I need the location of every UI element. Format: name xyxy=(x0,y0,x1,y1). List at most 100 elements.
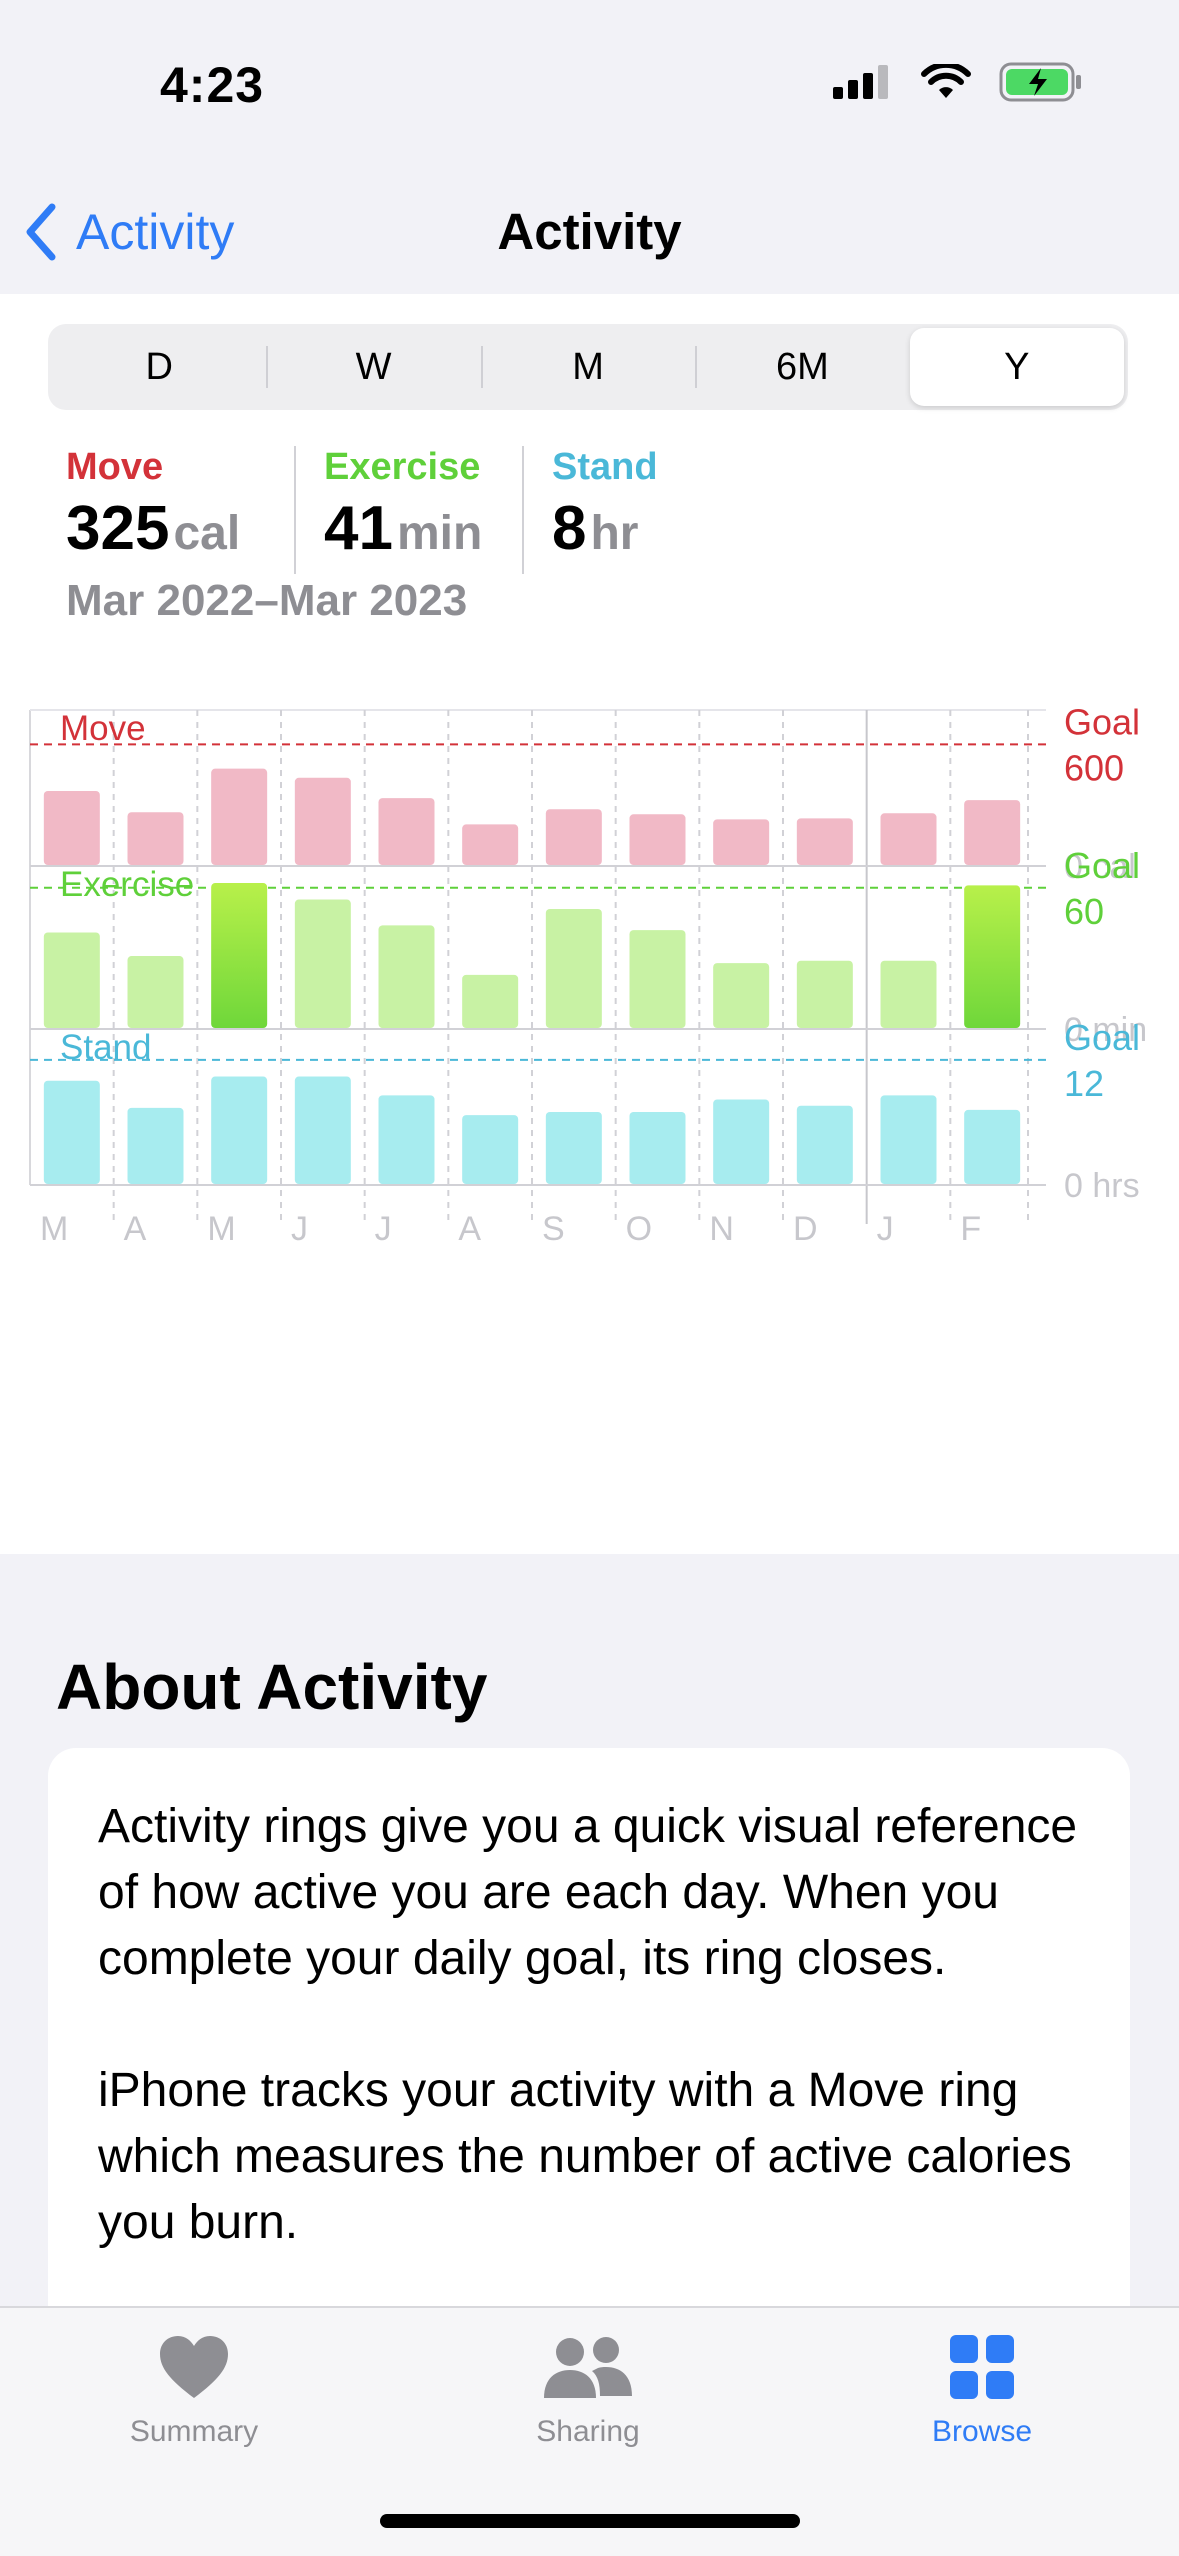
bar xyxy=(545,809,602,865)
segment-day[interactable]: D xyxy=(52,328,266,406)
date-range: Mar 2022–Mar 2023 xyxy=(66,576,467,626)
bar xyxy=(462,824,519,865)
x-tick-label: J xyxy=(375,1210,392,1248)
bar xyxy=(378,798,435,865)
cellular-signal-icon xyxy=(833,65,888,99)
bar xyxy=(378,925,435,1028)
goal-value: 12 xyxy=(1064,1063,1104,1104)
series-label: Exercise xyxy=(60,865,194,904)
bar xyxy=(211,883,268,1028)
bar xyxy=(796,960,853,1028)
x-tick-label: M xyxy=(207,1210,235,1248)
tab-summary[interactable]: Summary xyxy=(84,2334,304,2449)
x-tick-label: D xyxy=(793,1210,818,1248)
bar xyxy=(127,812,184,865)
page-title: Activity xyxy=(497,203,682,260)
bar xyxy=(462,974,519,1028)
tab-sharing-label: Sharing xyxy=(536,2415,640,2448)
bar xyxy=(964,800,1021,865)
move-summary: Move 325cal xyxy=(66,446,240,564)
bar xyxy=(713,1099,770,1184)
x-tick-label: M xyxy=(40,1210,68,1248)
status-icons xyxy=(833,62,1083,102)
grid-icon xyxy=(950,2335,1014,2399)
bar xyxy=(294,899,351,1028)
segment-year[interactable]: Y xyxy=(909,328,1125,406)
segment-six-months[interactable]: 6M xyxy=(695,328,909,406)
bar xyxy=(796,1105,853,1184)
bar xyxy=(294,1076,351,1184)
x-tick-label: J xyxy=(877,1210,894,1248)
move-value: 325 xyxy=(66,494,170,563)
tab-sharing[interactable]: Sharing xyxy=(478,2334,698,2449)
series-label: Stand xyxy=(60,1028,151,1067)
bar xyxy=(880,960,937,1028)
about-paragraph: iPhone tracks your activity with a Move … xyxy=(98,2064,1072,2249)
x-tick-label: F xyxy=(960,1210,981,1248)
bar xyxy=(629,930,686,1028)
move-label: Move xyxy=(66,446,164,488)
bar xyxy=(964,885,1021,1028)
x-tick-label: A xyxy=(458,1210,481,1248)
bar xyxy=(545,908,602,1028)
bar xyxy=(964,1109,1021,1184)
bar xyxy=(880,1095,937,1184)
status-time: 4:23 xyxy=(160,57,265,113)
exercise-unit: min xyxy=(396,507,483,560)
navigation-bar: Activity Activity xyxy=(0,170,1179,294)
bar xyxy=(462,1115,519,1184)
status-bar: 4:23 xyxy=(0,0,1179,170)
bar xyxy=(211,1076,268,1184)
x-tick-label: O xyxy=(626,1210,652,1248)
bar xyxy=(294,777,351,865)
bar xyxy=(629,1112,686,1184)
bar xyxy=(713,963,770,1028)
stand-label: Stand xyxy=(552,446,658,488)
summary-divider xyxy=(522,446,524,574)
date-range-separator: – xyxy=(254,576,279,625)
time-range-segmented-control: D W M 6M Y xyxy=(48,324,1128,410)
bar xyxy=(880,813,937,865)
bar xyxy=(43,1080,100,1184)
x-tick-label: A xyxy=(124,1210,147,1248)
bar xyxy=(127,1107,184,1184)
activity-bar-chart: Move Goal6000 calExercise Goal600 minStand… xyxy=(29,701,1147,1248)
stand-value: 8 xyxy=(552,494,587,563)
bar xyxy=(211,768,268,865)
about-card: Activity rings give you a quick visual r… xyxy=(48,1748,1130,2368)
bar xyxy=(127,956,184,1028)
exercise-value: 41 xyxy=(324,494,393,563)
home-indicator xyxy=(380,2514,800,2528)
goal-value: 600 xyxy=(1064,747,1124,788)
exercise-summary: Exercise 41min xyxy=(324,446,482,564)
date-range-start: Mar 2022 xyxy=(66,576,255,625)
goal-label: Goal xyxy=(1064,701,1140,742)
bar xyxy=(713,819,770,865)
bar xyxy=(43,932,100,1028)
zero-label: 0 hrs xyxy=(1064,1167,1140,1205)
goal-label: Goal xyxy=(1064,1017,1140,1058)
about-paragraph: Activity rings give you a quick visual r… xyxy=(98,1800,1078,1985)
tab-summary-label: Summary xyxy=(129,2415,259,2448)
date-range-end: Mar 2023 xyxy=(278,576,468,625)
segment-month[interactable]: M xyxy=(480,328,695,406)
people-icon xyxy=(544,2337,632,2398)
stand-unit: hr xyxy=(590,507,639,560)
summary-divider xyxy=(294,446,296,574)
wifi-icon xyxy=(921,64,971,98)
bar xyxy=(545,1112,602,1184)
series-label: Move xyxy=(60,709,146,748)
bar xyxy=(629,814,686,865)
bar xyxy=(378,1095,435,1184)
about-section-title: About Activity xyxy=(56,1651,488,1723)
segment-week[interactable]: W xyxy=(266,328,480,406)
heart-icon xyxy=(160,2336,228,2398)
goal-value: 60 xyxy=(1064,891,1104,932)
x-tick-label: S xyxy=(542,1210,565,1248)
battery-charging-icon xyxy=(999,62,1081,102)
tab-browse[interactable]: Browse xyxy=(872,2334,1092,2449)
move-unit: cal xyxy=(173,507,241,560)
goal-label: Goal xyxy=(1064,845,1140,886)
bar xyxy=(43,790,100,865)
stand-summary: Stand 8hr xyxy=(552,446,658,564)
